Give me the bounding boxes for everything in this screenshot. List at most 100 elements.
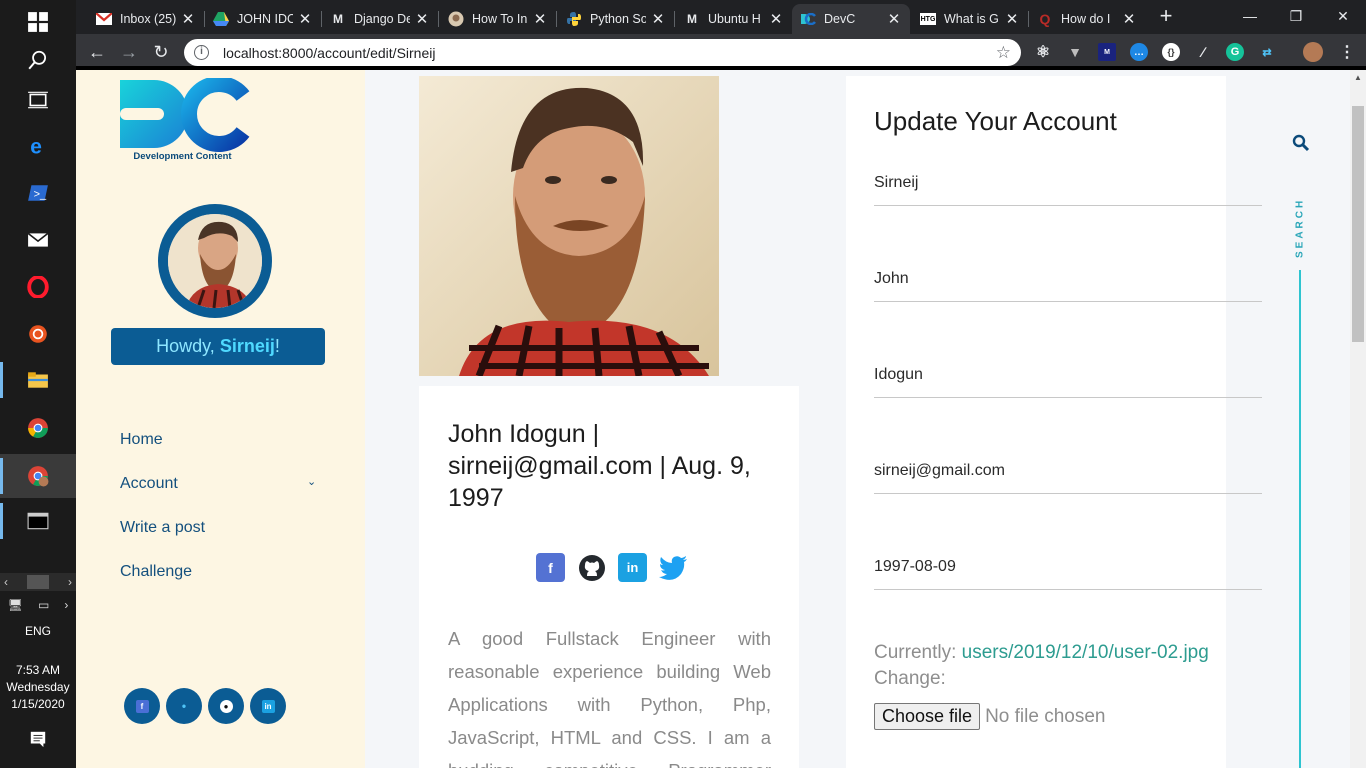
search-rail[interactable]: SEARCH (1282, 130, 1322, 768)
scroll-up-icon[interactable]: ▲ (1350, 70, 1366, 86)
notification-icon[interactable] (0, 726, 76, 752)
extension-icon[interactable]: M (1098, 43, 1116, 61)
github-icon[interactable] (577, 553, 606, 582)
tab-how-do-i[interactable]: Q How do I ✕ (1029, 4, 1145, 34)
task-view-icon[interactable] (0, 78, 76, 122)
new-tab-button[interactable]: + (1153, 4, 1179, 30)
scroll-thumb[interactable] (27, 575, 49, 589)
menu-kebab-icon[interactable]: ⋮ (1338, 43, 1356, 61)
mail-icon[interactable] (0, 218, 76, 262)
logo-tagline: Development Content (133, 151, 232, 162)
chrome-profile-icon[interactable] (0, 454, 76, 498)
sidebar-item-challenge[interactable]: Challenge (120, 563, 192, 581)
close-icon[interactable]: ✕ (886, 10, 902, 28)
tab-python[interactable]: Python So ✕ (558, 4, 674, 34)
edge-icon[interactable]: e (0, 124, 76, 168)
howdy-prefix: Howdy, (156, 336, 220, 356)
extension-icon[interactable]: ⇄ (1258, 43, 1276, 61)
clock-date: 1/15/2020 (11, 697, 65, 711)
vue-devtools-icon[interactable]: ▼ (1066, 43, 1084, 61)
close-icon[interactable]: ✕ (297, 10, 313, 28)
close-icon[interactable]: ✕ (1004, 10, 1020, 28)
language-indicator[interactable]: ENG (0, 624, 76, 638)
back-arrow-icon[interactable]: ← (84, 40, 110, 64)
page-scrollbar[interactable]: ▲ (1350, 70, 1366, 768)
tab-john-ido[interactable]: JOHN IDO ✕ (205, 4, 321, 34)
tab-what-is[interactable]: HTG What is G ✕ (912, 4, 1028, 34)
choose-file-button[interactable]: Choose file (874, 703, 981, 730)
taskbar-scroll[interactable]: ‹ › (0, 573, 76, 591)
email-field[interactable]: sirneij@gmail.com (874, 458, 1262, 494)
close-icon[interactable]: ✕ (1121, 10, 1137, 28)
tab-label: How do I (1061, 12, 1111, 26)
chevron-down-icon[interactable]: ⌄ (307, 475, 316, 488)
minimize-button[interactable]: — (1227, 0, 1273, 32)
network-icon[interactable]: 🖥 (8, 598, 23, 612)
scrollbar-thumb[interactable] (1352, 106, 1364, 342)
clock[interactable]: 7:53 AM Wednesday 1/15/2020 (0, 662, 76, 713)
close-icon[interactable]: ✕ (414, 10, 430, 28)
extension-icon[interactable]: {} (1162, 43, 1180, 61)
google-drive-icon (213, 11, 229, 27)
avatar[interactable] (158, 204, 272, 318)
sidebar-item-write-post[interactable]: Write a post (120, 519, 205, 537)
tab-devc[interactable]: DevC ✕ (792, 4, 910, 34)
ubuntu-icon[interactable] (0, 312, 76, 356)
sidebar-item-account[interactable]: Account (120, 475, 178, 493)
tab-ubuntu[interactable]: M Ubuntu H ✕ (676, 4, 792, 34)
eyedropper-icon[interactable]: ∕ (1194, 43, 1212, 61)
chrome-icon[interactable] (0, 406, 76, 450)
reload-icon[interactable]: ↻ (148, 40, 174, 64)
sidebar-item-home[interactable]: Home (120, 431, 163, 449)
battery-icon[interactable]: ▭ (38, 598, 49, 612)
last-name-field[interactable]: Idogun (874, 362, 1262, 398)
search-icon[interactable] (1292, 134, 1310, 152)
grammarly-icon[interactable]: G (1226, 43, 1244, 61)
linkedin-button[interactable]: in (250, 688, 286, 724)
linkedin-icon[interactable]: in (618, 553, 647, 582)
tab-how-to[interactable]: How To In ✕ (440, 4, 556, 34)
first-name-field[interactable]: John (874, 266, 1262, 302)
forward-arrow-icon[interactable]: → (116, 40, 142, 64)
bookmark-star-icon[interactable]: ☆ (996, 43, 1011, 63)
maximize-button[interactable]: ❐ (1273, 0, 1319, 32)
twitter-icon: • (181, 699, 187, 713)
close-icon[interactable]: ✕ (650, 10, 666, 28)
powershell-icon[interactable]: >_ (0, 171, 76, 215)
chat-extension-icon[interactable]: … (1130, 43, 1148, 61)
tab-django[interactable]: M Django De ✕ (322, 4, 438, 34)
address-bar[interactable]: i localhost:8000/account/edit/Sirneij ☆ (184, 39, 1021, 66)
twitter-button[interactable]: • (166, 688, 202, 724)
tray-expand-icon[interactable]: › (64, 598, 68, 612)
current-photo-row: Currently: users/2019/12/10/user-02.jpg (874, 636, 1209, 669)
scroll-left-icon[interactable]: ‹ (4, 575, 8, 589)
file-explorer-icon[interactable] (0, 358, 76, 402)
react-devtools-icon[interactable]: ⚛ (1034, 43, 1052, 61)
tab-inbox[interactable]: Inbox (25) ✕ (88, 4, 204, 34)
close-icon[interactable]: ✕ (768, 10, 784, 28)
facebook-icon[interactable]: f (536, 553, 565, 582)
close-icon[interactable]: ✕ (180, 10, 196, 28)
url-text[interactable]: localhost:8000/account/edit/Sirneij (223, 45, 996, 61)
profile-avatar-icon[interactable] (1303, 42, 1323, 62)
devc-icon (800, 11, 816, 27)
birth-date-field[interactable]: 1997-08-09 (874, 554, 1262, 590)
tab-label: Inbox (25) (120, 12, 176, 26)
close-icon[interactable]: ✕ (532, 10, 548, 28)
username-field[interactable]: Sirneij (874, 170, 1262, 206)
search-label[interactable]: SEARCH (1285, 168, 1315, 258)
current-photo-link[interactable]: users/2019/12/10/user-02.jpg (962, 642, 1209, 663)
tab-label: Python So (590, 12, 646, 26)
search-icon[interactable] (0, 38, 76, 82)
github-button[interactable]: ● (208, 688, 244, 724)
profile-title: John Idogun | sirneij@gmail.com | Aug. 9… (448, 420, 751, 512)
tab-label: Ubuntu H (708, 12, 761, 26)
terminal-icon[interactable] (0, 499, 76, 543)
scroll-right-icon[interactable]: › (68, 575, 72, 589)
facebook-button[interactable]: f (124, 688, 160, 724)
info-icon[interactable]: i (194, 45, 209, 60)
opera-icon[interactable] (0, 265, 76, 309)
file-input[interactable]: Choose file No file chosen (874, 703, 1105, 730)
twitter-icon[interactable] (659, 553, 688, 582)
close-window-button[interactable]: ✕ (1320, 0, 1366, 32)
